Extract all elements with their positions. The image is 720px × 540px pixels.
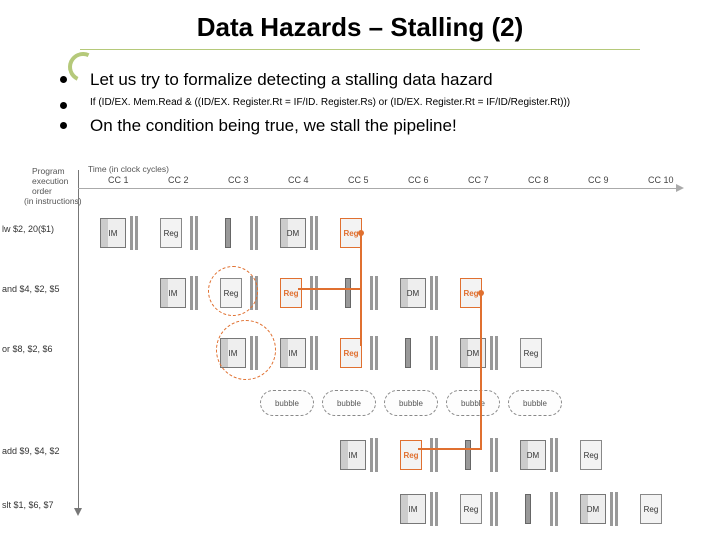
pipe-bars-icon xyxy=(490,438,498,472)
stage-im: IM xyxy=(280,338,306,368)
bubble-3: bubble xyxy=(384,390,438,416)
stage-reg: Reg xyxy=(580,440,602,470)
pipe-bars-icon xyxy=(190,216,198,250)
cc-6: CC 6 xyxy=(408,175,429,185)
hazard-line-icon xyxy=(298,288,362,290)
pipe-bars-icon xyxy=(610,492,618,526)
slide-title: Data Hazards – Stalling (2) xyxy=(0,0,720,47)
alu-icon xyxy=(225,218,231,248)
hazard-line-icon xyxy=(480,294,482,448)
bullet-1: Let us try to formalize detecting a stal… xyxy=(60,70,720,90)
cc-10: CC 10 xyxy=(648,175,674,185)
bubble-5: bubble xyxy=(508,390,562,416)
x-axis xyxy=(78,188,678,189)
cc-9: CC 9 xyxy=(588,175,609,185)
y-label-program: Program xyxy=(32,166,65,176)
pipe-bars-icon xyxy=(310,276,318,310)
y-label-execution: execution xyxy=(32,176,68,186)
bullet-2: If (ID/EX. Mem.Read & ((ID/EX. Register.… xyxy=(60,96,720,110)
stage-reg-hl: Reg xyxy=(340,338,362,368)
bubble-2: bubble xyxy=(322,390,376,416)
pipe-bars-icon xyxy=(310,216,318,250)
pipe-bars-icon xyxy=(550,492,558,526)
y-label-order: order xyxy=(32,186,52,196)
stage-reg: Reg xyxy=(160,218,182,248)
instr-label-2: and $4, $2, $5 xyxy=(2,284,76,294)
stall-circle-icon xyxy=(216,320,276,380)
alu-icon xyxy=(465,440,471,470)
hazard-line-icon xyxy=(360,234,362,288)
cc-7: CC 7 xyxy=(468,175,489,185)
pipe-bars-icon xyxy=(130,216,138,250)
stage-dm: DM xyxy=(400,278,426,308)
bubble-4: bubble xyxy=(446,390,500,416)
stage-dm: DM xyxy=(520,440,546,470)
hazard-line-icon xyxy=(360,288,362,346)
pipe-bars-icon xyxy=(550,438,558,472)
stage-reg-hl: Reg xyxy=(400,440,422,470)
pipe-bars-icon xyxy=(430,438,438,472)
cc-8: CC 8 xyxy=(528,175,549,185)
cc-1: CC 1 xyxy=(108,175,129,185)
cc-3: CC 3 xyxy=(228,175,249,185)
stage-reg-hl: Reg xyxy=(280,278,302,308)
alu-icon xyxy=(345,278,351,308)
title-underline xyxy=(80,49,640,50)
stage-dm: DM xyxy=(280,218,306,248)
pipe-bars-icon xyxy=(370,438,378,472)
pipe-bars-icon xyxy=(310,336,318,370)
x-axis-arrow-icon xyxy=(676,184,684,192)
stage-dm: DM xyxy=(460,338,486,368)
y-label-instr: (in instructions) xyxy=(24,196,82,206)
alu-icon xyxy=(525,494,531,524)
y-axis xyxy=(78,170,79,510)
instr-label-3: or $8, $2, $6 xyxy=(2,344,76,354)
x-label-time: Time (in clock cycles) xyxy=(88,164,169,174)
stage-im: IM xyxy=(340,440,366,470)
stage-im: IM xyxy=(160,278,186,308)
stage-reg: Reg xyxy=(520,338,542,368)
pipe-bars-icon xyxy=(490,492,498,526)
instr-label-1: lw $2, 20($1) xyxy=(2,224,76,234)
stall-circle-icon xyxy=(208,266,258,316)
instr-label-5: slt $1, $6, $7 xyxy=(2,500,76,510)
pipeline-diagram: Program execution order (in instructions… xyxy=(30,170,710,530)
stage-reg: Reg xyxy=(460,494,482,524)
stage-dm: DM xyxy=(580,494,606,524)
stage-im: IM xyxy=(100,218,126,248)
pipe-bars-icon xyxy=(370,336,378,370)
hazard-line-icon xyxy=(418,448,482,450)
stage-im: IM xyxy=(400,494,426,524)
pipe-bars-icon xyxy=(190,276,198,310)
cc-5: CC 5 xyxy=(348,175,369,185)
cc-2: CC 2 xyxy=(168,175,189,185)
cc-4: CC 4 xyxy=(288,175,309,185)
alu-icon xyxy=(405,338,411,368)
instr-label-4: add $9, $4, $2 xyxy=(2,446,76,456)
pipe-bars-icon xyxy=(430,276,438,310)
bubble-1: bubble xyxy=(260,390,314,416)
pipe-bars-icon xyxy=(430,336,438,370)
pipe-bars-icon xyxy=(370,276,378,310)
stage-reg: Reg xyxy=(640,494,662,524)
bullet-3: On the condition being true, we stall th… xyxy=(60,116,720,136)
pipe-bars-icon xyxy=(250,216,258,250)
pipe-bars-icon xyxy=(430,492,438,526)
pipe-bars-icon xyxy=(490,336,498,370)
bullet-list: Let us try to formalize detecting a stal… xyxy=(60,70,720,136)
